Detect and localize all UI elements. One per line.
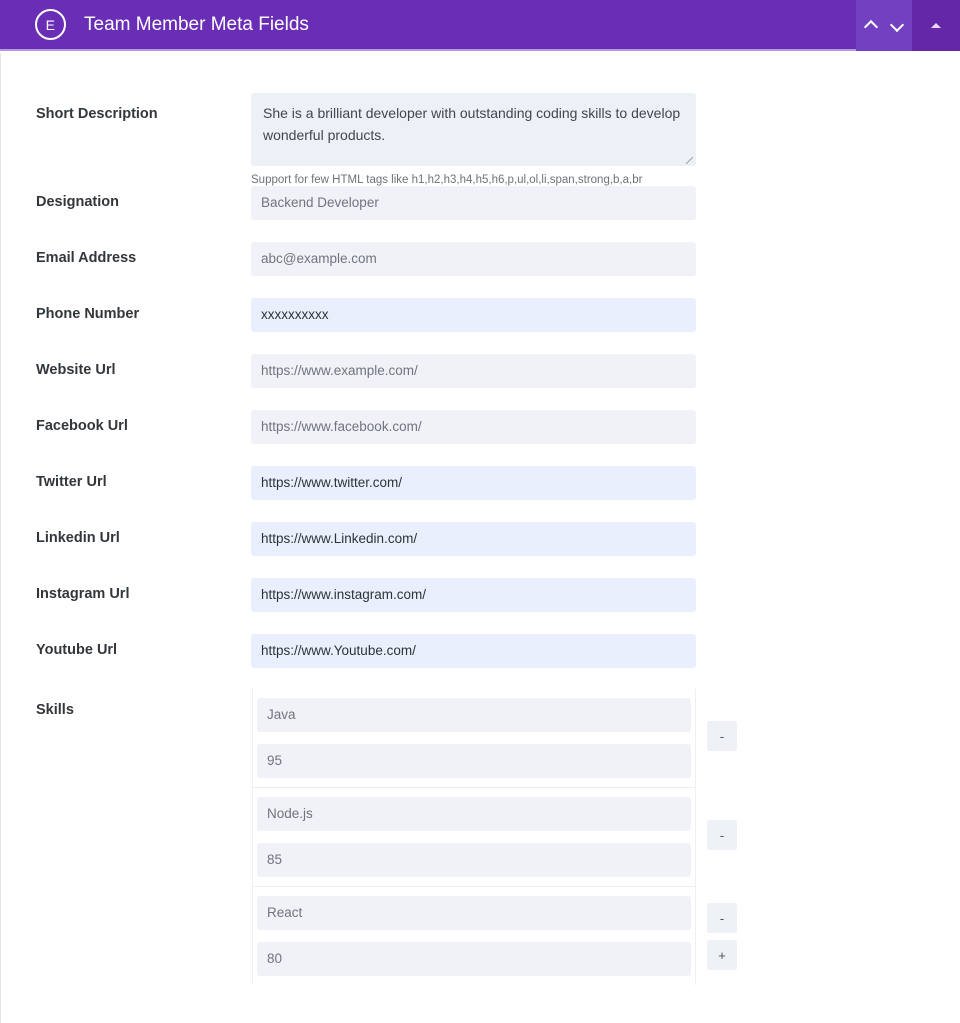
skills-repeater: Java 95- Node.js 85- React 80- + [252,689,737,985]
field-control: https://www.twitter.com/ [251,466,696,500]
skill-group: Java 95- [253,689,737,787]
field-control: abc@example.com [251,242,696,276]
field-control: https://www.example.com/ [251,354,696,388]
remove-skill-button[interactable]: - [707,820,737,850]
label-short-description: Short Description [36,106,158,122]
field-label: Linkedin Url [36,530,120,546]
collapse-toggle[interactable] [912,0,960,51]
brand: E Team Member Meta Fields [0,9,309,40]
remove-skill-button[interactable]: - [707,903,737,933]
text-input[interactable]: Backend Developer [251,186,696,220]
short-description-hint: Support for few HTML tags like h1,h2,h3,… [251,174,643,186]
field-label: Youtube Url [36,642,118,658]
text-input[interactable]: xxxxxxxxxx [251,298,696,332]
field-control: https://www.facebook.com/ [251,410,696,444]
field-label: Facebook Url [36,418,128,434]
triangle-up-icon[interactable] [931,23,941,28]
control-short-description: She is a brilliant developer with outsta… [251,93,696,186]
field-control: xxxxxxxxxx [251,298,696,332]
field-label: Designation [36,194,119,210]
field-control: https://www.Linkedin.com/ [251,522,696,556]
field-label: Instagram Url [36,586,130,602]
skill-name-input[interactable]: Node.js [257,797,691,831]
field-label: Twitter Url [36,474,107,490]
skill-name-input[interactable]: Java [257,698,691,732]
skill-value-input[interactable]: 85 [257,843,691,877]
skill-group: Node.js 85- [253,787,737,886]
skill-group: React 80- + [253,886,737,985]
form-body: Short Description She is a brilliant dev… [0,53,960,1023]
text-input[interactable]: https://www.facebook.com/ [251,410,696,444]
text-input[interactable]: https://www.twitter.com/ [251,466,696,500]
team-member-meta-fields-panel: E Team Member Meta Fields Short Descript… [0,0,960,1023]
titlebar-controls [856,0,960,51]
field-row-short-description: Short Description She is a brilliant dev… [1,73,960,193]
skill-name-input[interactable]: React [257,896,691,930]
text-input[interactable]: https://www.instagram.com/ [251,578,696,612]
chevron-up-icon[interactable] [865,19,878,32]
add-skill-button[interactable]: + [707,940,737,970]
panel-titlebar: E Team Member Meta Fields [0,0,960,51]
field-label: Email Address [36,250,137,266]
field-control: https://www.Youtube.com/ [251,634,696,668]
short-description-textarea[interactable]: She is a brilliant developer with outsta… [251,93,696,166]
page-title: Team Member Meta Fields [84,13,309,35]
field-label: Website Url [36,362,116,378]
text-input[interactable]: abc@example.com [251,242,696,276]
text-input[interactable]: https://www.Linkedin.com/ [251,522,696,556]
skill-value-input[interactable]: 80 [257,942,691,976]
resize-handle-icon[interactable] [685,156,694,165]
remove-skill-button[interactable]: - [707,721,737,751]
field-control: Backend Developer [251,186,696,220]
order-controls [856,0,912,51]
label-skills: Skills [36,702,74,718]
text-input[interactable]: https://www.Youtube.com/ [251,634,696,668]
logo-circle-e-icon: E [35,9,66,40]
field-control: https://www.instagram.com/ [251,578,696,612]
text-input[interactable]: https://www.example.com/ [251,354,696,388]
chevron-down-icon[interactable] [891,19,904,32]
skill-value-input[interactable]: 95 [257,744,691,778]
field-label: Phone Number [36,306,140,322]
